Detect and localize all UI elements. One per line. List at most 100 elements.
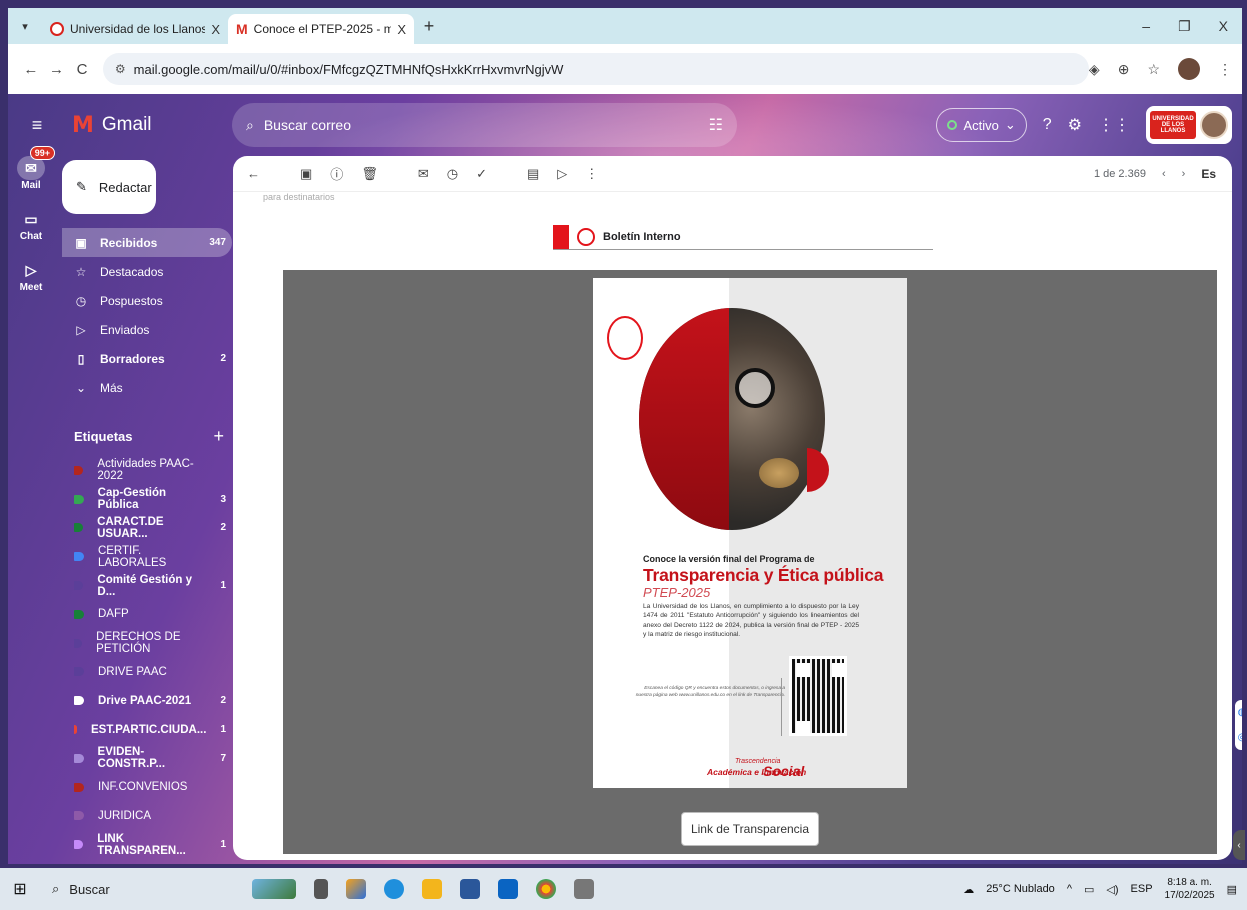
delete-icon[interactable]: 🗑 [361, 166, 378, 182]
apps-grid-icon[interactable]: ⋮⋮ [1098, 115, 1130, 135]
main-menu-icon[interactable]: ≡ [14, 115, 60, 136]
browser-actions: ◈ ⊕ ☆ ⋮ [1089, 58, 1232, 80]
label-item[interactable]: Drive PAAC-2021 2 [62, 686, 232, 715]
store-icon[interactable] [460, 879, 480, 899]
transparency-link-button[interactable]: Link de Transparencia [681, 812, 819, 846]
network-icon[interactable]: ▭ [1084, 883, 1094, 896]
tab-gmail[interactable]: M Conoce el PTEP-2025 - mvergara X [228, 14, 414, 44]
back-button[interactable]: ← [18, 61, 44, 78]
label-item[interactable]: Actividades PAAC-2022 [62, 456, 232, 485]
account-badge[interactable]: UNIVERSIDAD DE LOS LLANOS [1146, 106, 1232, 144]
lens-icon[interactable]: ◈ [1089, 61, 1100, 78]
side-panel-addons[interactable]: ◍ ◎ [1235, 700, 1242, 750]
compose-button[interactable]: ✎ Redactar [62, 160, 156, 214]
help-icon[interactable]: ? [1043, 116, 1052, 134]
file-explorer-icon[interactable] [422, 879, 442, 899]
nav-starred[interactable]: ☆ Destacados [62, 257, 232, 286]
more-options-icon[interactable]: ⋮ [585, 166, 598, 182]
tab-close-icon[interactable]: X [211, 22, 220, 37]
site-info-icon[interactable]: ⚙ [115, 62, 126, 76]
label-name: Comité Gestión y D... [97, 573, 192, 598]
report-spam-icon[interactable]: ⓘ [330, 164, 343, 183]
volume-icon[interactable]: ◁) [1106, 883, 1118, 896]
rail-mail[interactable]: ✉ 99+ Mail [8, 146, 55, 191]
label-item[interactable]: EST.PARTIC.CIUDA... 1 [62, 715, 232, 744]
taskbar-search[interactable]: ⌕ Buscar [40, 873, 200, 905]
label-item[interactable]: JURIDICA [62, 802, 232, 831]
label-icon[interactable]: ▷ [557, 166, 567, 182]
tab-search-icon[interactable]: ▾ [8, 8, 42, 44]
unread-badge: 99+ [29, 146, 55, 160]
search-icon[interactable]: ⌕ [246, 117, 254, 134]
next-message-icon[interactable]: › [1182, 168, 1186, 180]
nav-more[interactable]: ⌄ Más [62, 373, 232, 402]
move-to-icon[interactable]: ▤ [527, 166, 539, 182]
label-item[interactable]: DRIVE PAAC [62, 658, 232, 687]
label-item[interactable]: CARACT.DE USUAR... 2 [62, 514, 232, 543]
new-tab-button[interactable]: + [414, 16, 444, 37]
close-window-button[interactable]: X [1219, 18, 1228, 35]
label-item[interactable]: LINK TRANSPAREN... 1 [62, 830, 232, 859]
task-view-icon[interactable] [314, 879, 328, 899]
input-language[interactable]: ESP [1131, 883, 1153, 895]
label-item[interactable]: Comité Gestión y D... 1 [62, 571, 232, 600]
label-item[interactable]: DAFP [62, 600, 232, 629]
prev-message-icon[interactable]: ‹ [1162, 168, 1166, 180]
outlook-icon[interactable] [498, 879, 518, 899]
back-arrow-icon[interactable]: ← [247, 166, 260, 181]
gmail-logo[interactable]: M Gmail [72, 113, 222, 138]
tray-overflow-icon[interactable]: ^ [1067, 883, 1072, 895]
search-input[interactable]: ⌕ Buscar correo ☷ [232, 103, 737, 147]
windows-start-icon[interactable]: ⊞ [0, 879, 40, 899]
tab-universidad[interactable]: Universidad de los Llanos X [42, 14, 228, 44]
nav-drafts[interactable]: ▯ Borradores 2 [62, 344, 232, 373]
chrome-icon[interactable] [536, 879, 556, 899]
rail-meet[interactable]: ▷ Meet [8, 258, 54, 294]
rail-label: Mail [21, 180, 41, 191]
input-language-selector[interactable]: Es [1201, 167, 1216, 181]
mail-icon: ✉ 99+ [17, 146, 55, 180]
browser-menu-icon[interactable]: ⋮ [1218, 61, 1232, 78]
side-panel-toggle[interactable]: ‹ [1233, 830, 1245, 860]
weather-text[interactable]: 25°C Nublado [986, 883, 1055, 895]
edge-icon[interactable] [384, 879, 404, 899]
rail-chat[interactable]: ▭ Chat [8, 207, 54, 243]
label-item[interactable]: INF.CONVENIOS [62, 773, 232, 802]
url-input[interactable]: ⚙ mail.google.com/mail/u/0/#inbox/FMfcgz… [102, 53, 1089, 85]
archive-icon[interactable]: ▣ [300, 166, 312, 182]
nav-inbox[interactable]: ▣ Recibidos 347 [62, 228, 232, 257]
nav-sent[interactable]: ▷ Enviados [62, 315, 232, 344]
snooze-icon[interactable]: ◷ [447, 166, 458, 182]
clock[interactable]: 8:18 a. m. 17/02/2025 [1165, 876, 1215, 902]
minimize-button[interactable]: – [1142, 18, 1150, 35]
notification-center-icon[interactable]: ▤ [1227, 883, 1237, 896]
ptep-poster-image[interactable]: Conoce la versión final del Programa de … [593, 278, 907, 788]
nav-snoozed[interactable]: ◷ Pospuestos [62, 286, 232, 315]
label-item[interactable]: CERTIF. LABORALES [62, 542, 232, 571]
add-label-button[interactable]: + [213, 426, 232, 447]
addon-icon-2[interactable]: ◎ [1238, 732, 1242, 743]
addon-icon-1[interactable]: ◍ [1238, 707, 1242, 718]
weather-icon[interactable]: ☁ [963, 883, 974, 896]
app-rail: ✉ 99+ Mail ▭ Chat ▷ Meet [8, 146, 55, 309]
bookmark-star-icon[interactable]: ☆ [1147, 61, 1160, 78]
settings-gear-icon[interactable]: ⚙ [1068, 115, 1082, 135]
status-selector[interactable]: Activo ⌄ [936, 108, 1027, 142]
restore-button[interactable]: ❐ [1178, 18, 1191, 35]
forward-button[interactable]: → [44, 61, 70, 78]
message-toolbar: ← ▣ ⓘ 🗑 ✉ ◷ ✓ ▤ ▷ ⋮ 1 de 2.369 ‹ › Es [233, 156, 1232, 192]
tab-close-icon[interactable]: X [397, 22, 406, 37]
label-item[interactable]: DERECHOS DE PETICIÓN [62, 629, 232, 658]
label-item[interactable]: EVIDEN-CONSTR.P... 7 [62, 744, 232, 773]
zoom-icon[interactable]: ⊕ [1118, 61, 1130, 78]
chrome-profile-icon[interactable] [574, 879, 594, 899]
label-item[interactable]: Cap-Gestión Pública 3 [62, 485, 232, 514]
copilot-icon[interactable] [346, 879, 366, 899]
widgets-icon[interactable] [252, 879, 296, 899]
search-options-icon[interactable]: ☷ [709, 115, 723, 135]
reload-button[interactable]: C [69, 61, 95, 78]
profile-avatar[interactable] [1178, 58, 1200, 80]
add-task-icon[interactable]: ✓ [476, 166, 487, 182]
label-count: 3 [220, 493, 226, 505]
mark-unread-icon[interactable]: ✉ [418, 166, 429, 182]
